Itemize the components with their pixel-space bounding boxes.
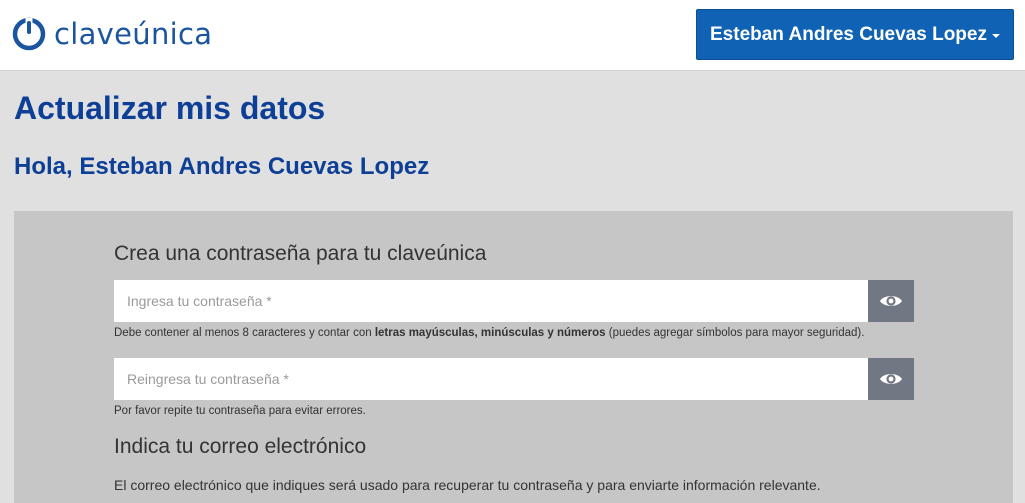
confirm-password-field <box>114 358 914 400</box>
show-password-button[interactable] <box>868 280 914 322</box>
email-section-title: Indica tu correo electrónico <box>114 435 367 458</box>
confirm-help-text: Por favor repite tu contraseña para evit… <box>114 405 366 417</box>
eye-icon <box>880 374 902 384</box>
show-confirm-password-button[interactable] <box>868 358 914 400</box>
password-section-title: Crea una contraseña para tu claveúnica <box>114 242 487 265</box>
caret-down-icon <box>991 33 1000 38</box>
top-navbar: claveúnica Esteban Andres Cuevas Lopez <box>0 0 1025 71</box>
eye-icon <box>880 296 902 306</box>
user-menu-button[interactable]: Esteban Andres Cuevas Lopez <box>696 9 1014 60</box>
page-title: Actualizar mis datos <box>14 90 326 126</box>
claveunica-logo[interactable]: claveúnica <box>12 14 212 54</box>
user-menu-label: Esteban Andres Cuevas Lopez <box>710 23 987 45</box>
password-field <box>114 280 914 322</box>
email-description: El correo electrónico que indiques será … <box>114 477 821 493</box>
password-input[interactable] <box>114 280 868 322</box>
confirm-password-input[interactable] <box>114 358 868 400</box>
greeting-heading: Hola, Esteban Andres Cuevas Lopez <box>14 153 430 180</box>
password-help-text: Debe contener al menos 8 caracteres y co… <box>114 327 865 339</box>
power-icon <box>12 17 46 51</box>
logo-text: claveúnica <box>54 17 213 51</box>
